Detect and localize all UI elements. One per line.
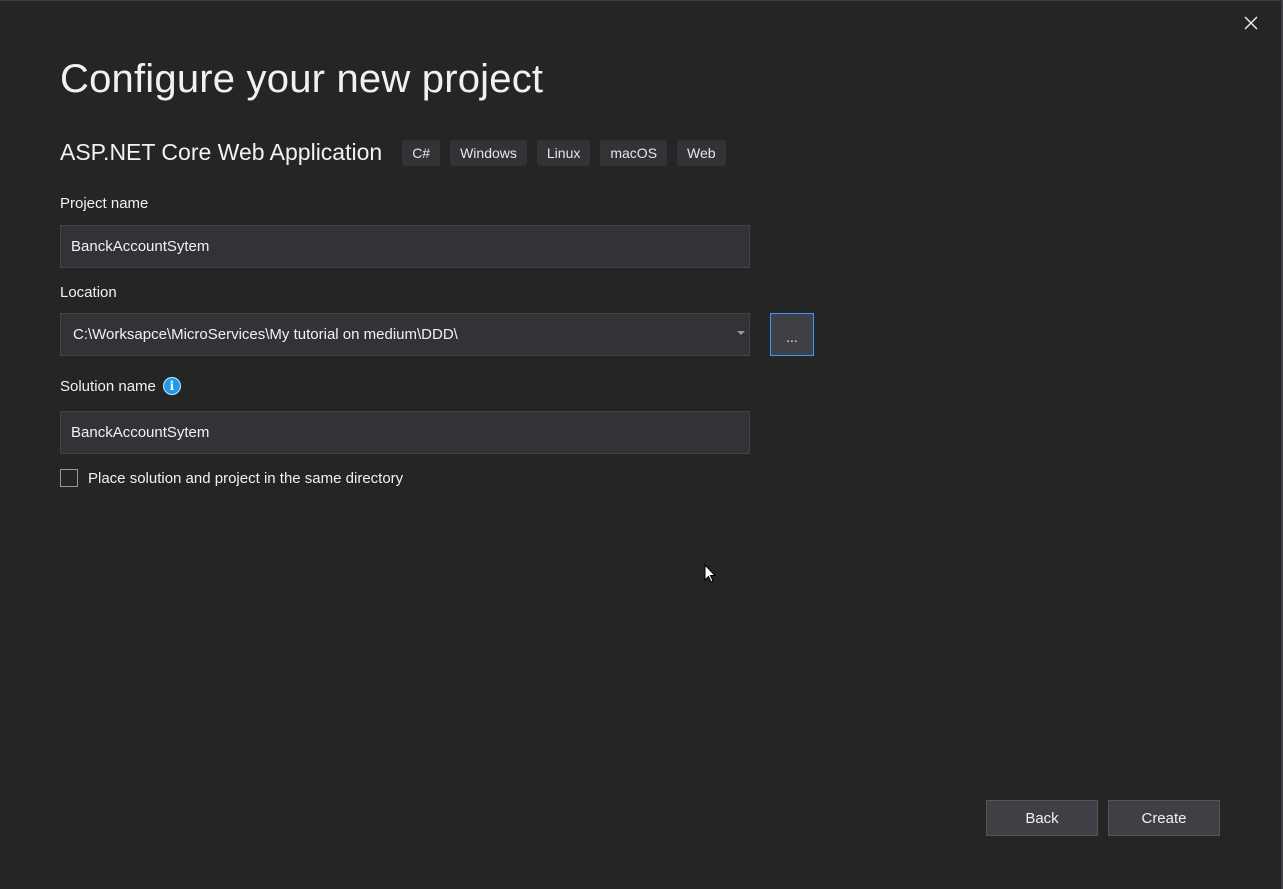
tag-project-type-web: Web [677,139,726,166]
tag-language: C# [402,139,441,166]
configure-project-dialog: Configure your new project ASP.NET Core … [0,0,1282,889]
solution-name-label: Solution name [60,377,156,395]
tag-platform-windows: Windows [450,139,527,166]
browse-location-button[interactable]: ... [770,313,814,356]
same-directory-label: Place solution and project in the same d… [88,469,404,487]
tag-platform-linux: Linux [536,139,591,166]
chevron-down-icon[interactable] [737,331,745,335]
solution-name-label-row: Solution name i [60,377,181,395]
template-name: ASP.NET Core Web Application [60,139,383,165]
page-title: Configure your new project [60,57,544,101]
close-button[interactable] [1238,10,1264,36]
back-button[interactable]: Back [986,800,1098,836]
project-name-label: Project name [60,195,149,212]
same-directory-option[interactable]: Place solution and project in the same d… [60,469,403,487]
mouse-pointer-icon [704,563,717,589]
tag-platform-macos: macOS [600,139,668,166]
location-value: C:\Worksapce\MicroServices\My tutorial o… [73,326,458,343]
same-directory-checkbox[interactable] [60,469,78,487]
location-label: Location [60,284,117,301]
solution-name-input[interactable] [60,411,750,454]
create-button[interactable]: Create [1108,800,1220,836]
template-info: ASP.NET Core Web Application C# Windows … [60,139,736,166]
project-name-input[interactable] [60,225,750,268]
location-combobox[interactable]: C:\Worksapce\MicroServices\My tutorial o… [60,313,750,356]
info-icon[interactable]: i [162,377,181,395]
close-icon [1244,16,1258,30]
